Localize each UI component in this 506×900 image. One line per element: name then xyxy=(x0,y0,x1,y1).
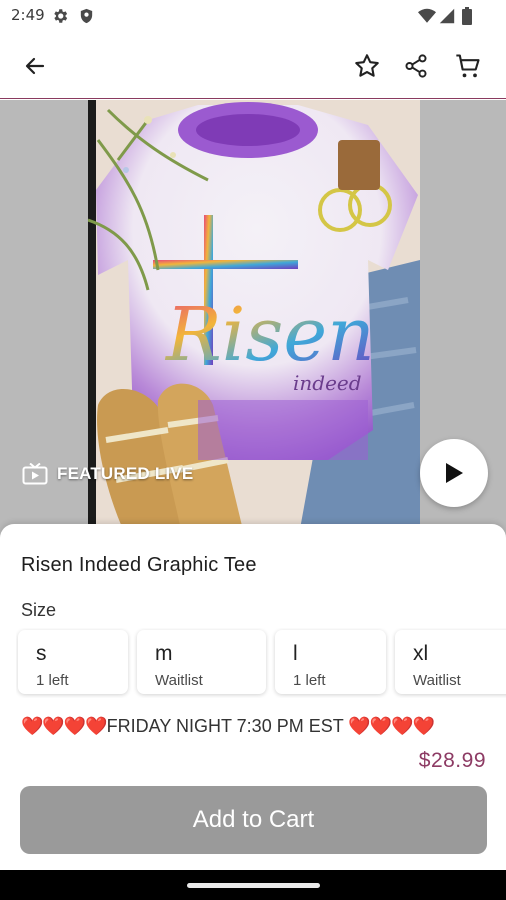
home-gesture-handle[interactable] xyxy=(187,883,320,888)
live-tv-icon xyxy=(22,463,48,485)
size-option-l[interactable]: l 1 left xyxy=(275,630,386,694)
shirt-print-text: Risen xyxy=(164,292,375,378)
cart-button[interactable] xyxy=(448,46,488,86)
favorite-button[interactable] xyxy=(347,46,387,86)
back-arrow-icon xyxy=(25,57,45,75)
size-option-m[interactable]: m Waitlist xyxy=(137,630,266,694)
hearts-right: ❤️❤️❤️❤️ xyxy=(348,716,435,736)
size-options: s 1 left m Waitlist l 1 left xl Waitlist xyxy=(16,628,506,698)
size-availability: Waitlist xyxy=(413,672,461,689)
size-name: l xyxy=(293,642,298,665)
product-image-area: Risen indeed FEATURED LIVE xyxy=(0,100,506,540)
status-time: 2:49 xyxy=(11,6,45,24)
app-bar xyxy=(0,32,506,99)
size-availability: 1 left xyxy=(36,672,69,689)
size-option-s[interactable]: s 1 left xyxy=(18,630,128,694)
hearts-left: ❤️❤️❤️❤️ xyxy=(21,716,108,736)
product-details-sheet: Risen Indeed Graphic Tee Size s 1 left m… xyxy=(0,524,506,870)
product-title: Risen Indeed Graphic Tee xyxy=(21,554,257,576)
play-video-button[interactable] xyxy=(420,439,488,507)
battery-icon xyxy=(462,7,472,30)
add-to-cart-button[interactable]: Add to Cart xyxy=(20,786,487,854)
back-button[interactable] xyxy=(15,46,55,86)
signal-icon xyxy=(439,8,455,29)
share-icon xyxy=(405,54,427,78)
shield-icon xyxy=(78,7,95,30)
size-label: Size xyxy=(21,600,57,620)
featured-live-badge: FEATURED LIVE xyxy=(22,463,193,485)
size-availability: 1 left xyxy=(293,672,326,689)
featured-live-label: FEATURED LIVE xyxy=(57,464,194,483)
settings-gear-icon xyxy=(51,7,69,30)
size-name: s xyxy=(36,642,47,665)
share-button[interactable] xyxy=(396,46,436,86)
size-name: m xyxy=(155,642,173,665)
svg-text:indeed: indeed xyxy=(293,371,362,395)
system-nav-bar xyxy=(0,870,506,900)
play-icon xyxy=(446,463,463,483)
size-availability: Waitlist xyxy=(155,672,203,689)
size-option-xl[interactable]: xl Waitlist xyxy=(395,630,506,694)
star-icon xyxy=(355,54,379,77)
cart-icon xyxy=(456,54,480,78)
size-name: xl xyxy=(413,642,429,665)
status-bar: 2:49 xyxy=(0,0,506,32)
promo-message: FRIDAY NIGHT 7:30 PM EST xyxy=(106,716,344,736)
fade-divider xyxy=(0,734,506,748)
price: $28.99 xyxy=(418,749,486,772)
wifi-icon xyxy=(418,8,436,29)
